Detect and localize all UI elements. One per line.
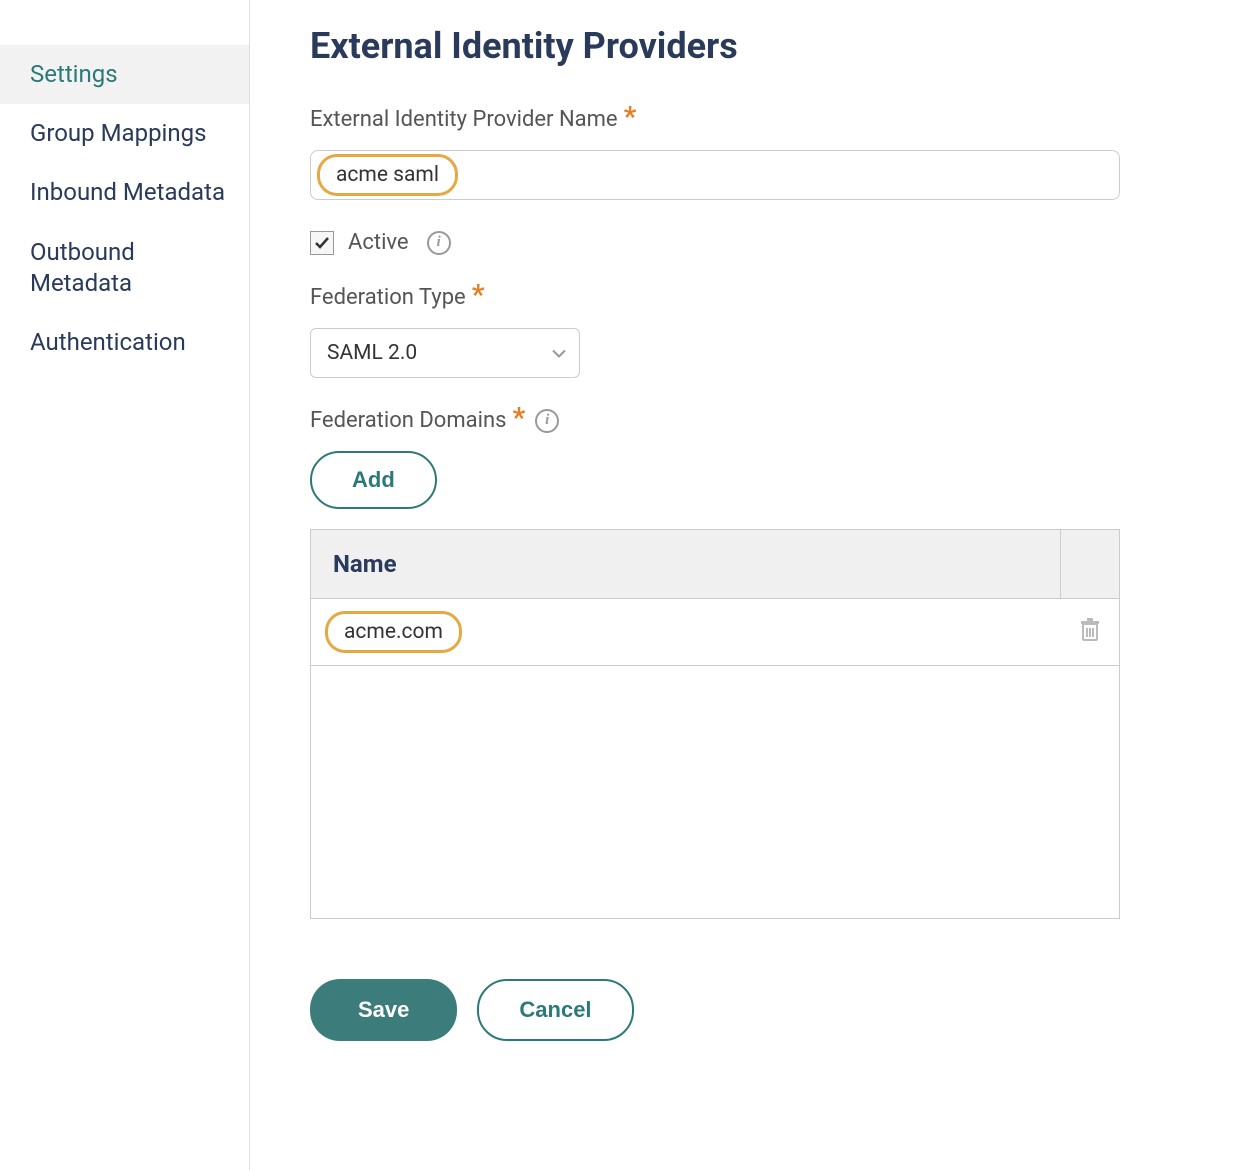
checkmark-icon bbox=[314, 235, 330, 251]
table-header: Name bbox=[311, 530, 1119, 599]
sidebar-item-authentication[interactable]: Authentication bbox=[0, 313, 249, 372]
active-row: Active i bbox=[310, 230, 1226, 255]
provider-name-label-text: External Identity Provider Name bbox=[310, 107, 618, 132]
domain-value[interactable]: acme.com bbox=[325, 611, 462, 653]
federation-domains-label-text: Federation Domains bbox=[310, 408, 506, 433]
cancel-button[interactable]: Cancel bbox=[477, 979, 633, 1041]
required-asterisk-icon: * bbox=[512, 411, 525, 425]
federation-domains-label: Federation Domains * i bbox=[310, 408, 1226, 433]
sidebar-item-settings[interactable]: Settings bbox=[0, 45, 249, 104]
info-icon[interactable]: i bbox=[535, 409, 559, 433]
trash-icon[interactable] bbox=[1079, 618, 1101, 646]
active-checkbox[interactable] bbox=[310, 231, 334, 255]
main-content: External Identity Providers External Ide… bbox=[250, 0, 1256, 1170]
provider-name-input-wrap[interactable]: acme saml bbox=[310, 150, 1120, 200]
sidebar-item-inbound-metadata[interactable]: Inbound Metadata bbox=[0, 163, 249, 222]
sidebar-item-outbound-metadata[interactable]: Outbound Metadata bbox=[0, 223, 249, 313]
federation-type-label-text: Federation Type bbox=[310, 285, 466, 310]
federation-type-select-wrap: SAML 2.0 bbox=[310, 328, 580, 378]
provider-name-input[interactable]: acme saml bbox=[317, 154, 458, 196]
federation-type-label: Federation Type * bbox=[310, 285, 1226, 310]
domains-table: Name acme.com bbox=[310, 529, 1120, 919]
info-icon[interactable]: i bbox=[427, 231, 451, 255]
form-buttons: Save Cancel bbox=[310, 979, 1226, 1041]
required-asterisk-icon: * bbox=[472, 288, 485, 302]
add-button[interactable]: Add bbox=[310, 451, 437, 509]
table-cell-name[interactable]: acme.com bbox=[311, 599, 1061, 665]
federation-type-select[interactable]: SAML 2.0 bbox=[310, 328, 580, 378]
save-button[interactable]: Save bbox=[310, 979, 457, 1041]
table-header-name: Name bbox=[311, 530, 1061, 598]
required-asterisk-icon: * bbox=[624, 110, 637, 124]
page-title: External Identity Providers bbox=[310, 25, 1226, 67]
active-label: Active bbox=[348, 230, 409, 255]
provider-name-label: External Identity Provider Name * bbox=[310, 107, 1226, 132]
table-header-actions bbox=[1061, 530, 1119, 598]
table-row: acme.com bbox=[311, 599, 1119, 666]
sidebar-item-group-mappings[interactable]: Group Mappings bbox=[0, 104, 249, 163]
sidebar: Settings Group Mappings Inbound Metadata… bbox=[0, 0, 250, 1170]
table-cell-action bbox=[1061, 606, 1119, 658]
